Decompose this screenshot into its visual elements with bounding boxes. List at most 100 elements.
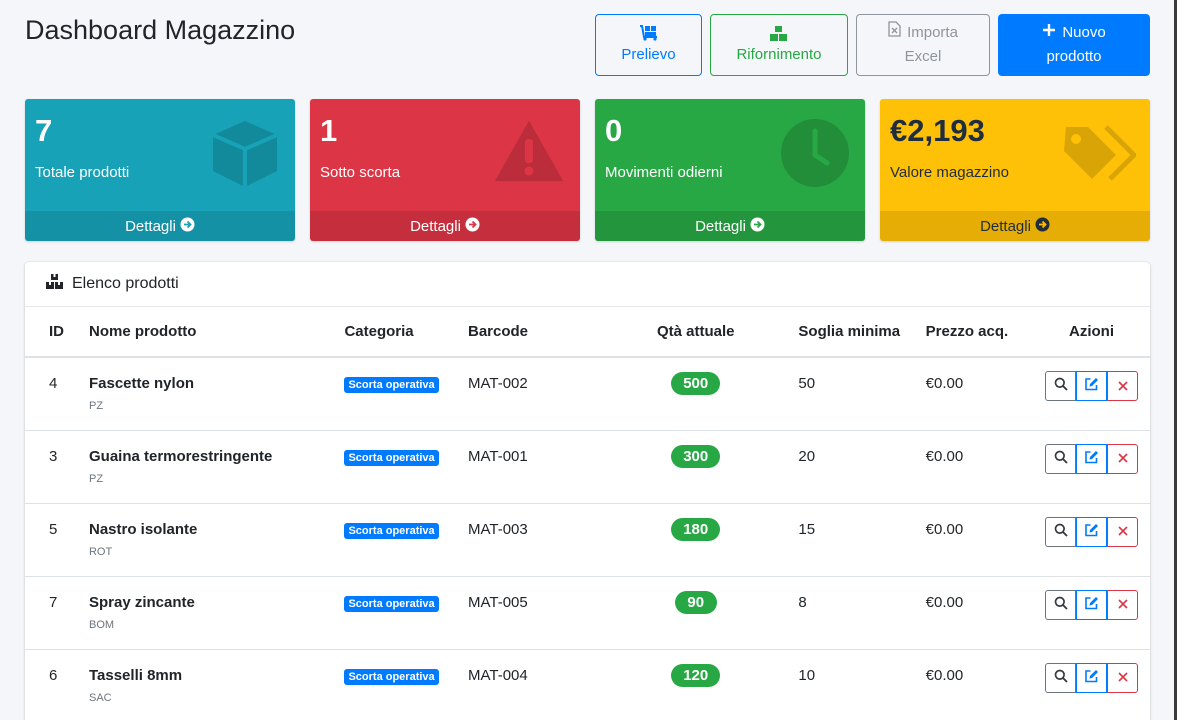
view-button[interactable] bbox=[1045, 371, 1076, 401]
edit-button[interactable] bbox=[1076, 589, 1107, 620]
cell-qta: 90 bbox=[605, 576, 787, 650]
stat-totale-prodotti: 7 Totale prodotti Dettagli bbox=[25, 99, 295, 241]
row-id: 5 bbox=[49, 520, 58, 538]
cell-id: 5 bbox=[25, 503, 77, 577]
cell-azioni bbox=[1033, 576, 1150, 650]
details-label: Dettagli bbox=[695, 217, 746, 235]
row-id: 7 bbox=[49, 593, 58, 611]
col-header-qta[interactable]: Qtà attuale bbox=[605, 307, 787, 358]
qty-badge: 300 bbox=[671, 444, 721, 468]
cell-nome: Nastro isolante ROT bbox=[76, 503, 333, 577]
edit-button[interactable] bbox=[1076, 371, 1107, 401]
cell-barcode: MAT-001 bbox=[456, 430, 606, 504]
page-title: Dashboard Magazzino bbox=[25, 15, 296, 45]
col-header-barcode[interactable]: Barcode bbox=[456, 307, 606, 358]
cell-prezzo: €0.00 bbox=[913, 503, 1033, 577]
barcode-value: MAT-002 bbox=[468, 375, 528, 392]
stat-details-link[interactable]: Dettagli bbox=[880, 211, 1150, 241]
cell-soglia: 15 bbox=[786, 503, 914, 577]
edit-button[interactable] bbox=[1076, 516, 1107, 547]
product-unit: PZ bbox=[88, 400, 104, 412]
cell-soglia: 50 bbox=[786, 357, 914, 431]
edit-icon bbox=[1084, 450, 1099, 468]
products-card-title: Elenco prodotti bbox=[72, 275, 179, 292]
purchase-price: €0.00 bbox=[925, 375, 964, 392]
stat-details-link[interactable]: Dettagli bbox=[25, 211, 295, 241]
arrow-circle-right-icon bbox=[1035, 217, 1050, 236]
min-threshold: 15 bbox=[798, 520, 816, 538]
cell-barcode: MAT-002 bbox=[456, 357, 606, 431]
stat-label: Movimenti odierni bbox=[605, 164, 723, 181]
cell-id: 4 bbox=[25, 357, 77, 431]
search-icon bbox=[1054, 596, 1068, 614]
boxes-icon bbox=[769, 23, 789, 43]
min-threshold: 10 bbox=[798, 666, 816, 684]
delete-button[interactable] bbox=[1107, 589, 1138, 620]
rifornimento-button[interactable]: Rifornimento bbox=[710, 14, 848, 76]
nuovo-label: Nuovo bbox=[1062, 24, 1106, 41]
view-button[interactable] bbox=[1045, 589, 1076, 620]
category-badge: Scorta operativa bbox=[344, 595, 439, 612]
delete-button[interactable] bbox=[1107, 662, 1138, 693]
stat-label: Sotto scorta bbox=[320, 164, 401, 181]
nuovo-prodotto-button[interactable]: Nuovo prodotto bbox=[998, 14, 1150, 76]
col-header-categoria[interactable]: Categoria bbox=[332, 307, 456, 358]
edit-button[interactable] bbox=[1076, 662, 1107, 693]
product-name: Nastro isolante bbox=[88, 520, 198, 538]
search-icon bbox=[1054, 523, 1068, 541]
delete-button[interactable] bbox=[1107, 516, 1138, 547]
product-name: Fascette nylon bbox=[88, 375, 195, 392]
col-header-soglia[interactable]: Soglia minima bbox=[786, 307, 914, 358]
cube-icon bbox=[209, 117, 281, 194]
cell-barcode: MAT-003 bbox=[456, 503, 606, 577]
importa-excel-button[interactable]: Importa Excel bbox=[856, 14, 990, 76]
cell-categoria: Scorta operativa bbox=[332, 649, 456, 720]
cell-qta: 300 bbox=[605, 430, 787, 504]
col-header-nome[interactable]: Nome prodotto bbox=[76, 307, 333, 358]
edit-button[interactable] bbox=[1076, 443, 1107, 474]
stat-details-link[interactable]: Dettagli bbox=[310, 211, 580, 241]
purchase-price: €0.00 bbox=[925, 593, 964, 611]
col-header-prezzo[interactable]: Prezzo acq. bbox=[913, 307, 1033, 358]
close-icon bbox=[1117, 596, 1128, 613]
product-unit: PZ bbox=[88, 472, 104, 485]
barcode-value: MAT-003 bbox=[468, 520, 528, 538]
window-scrollbar[interactable] bbox=[1174, 0, 1190, 720]
col-header-id[interactable]: ID bbox=[25, 307, 77, 358]
view-button[interactable] bbox=[1045, 443, 1076, 474]
delete-button[interactable] bbox=[1107, 371, 1138, 401]
category-badge: Scorta operativa bbox=[344, 522, 439, 539]
category-badge: Scorta operativa bbox=[344, 449, 439, 466]
cell-categoria: Scorta operativa bbox=[332, 503, 456, 577]
qty-badge: 90 bbox=[674, 590, 717, 614]
cell-azioni bbox=[1033, 503, 1150, 577]
view-button[interactable] bbox=[1045, 662, 1076, 693]
cell-nome: Fascette nylon PZ bbox=[76, 357, 333, 431]
purchase-price: €0.00 bbox=[925, 520, 964, 538]
stat-details-link[interactable]: Dettagli bbox=[595, 211, 865, 241]
row-id: 6 bbox=[49, 666, 58, 684]
cell-prezzo: €0.00 bbox=[913, 430, 1033, 504]
category-badge: Scorta operativa bbox=[344, 377, 439, 393]
row-actions bbox=[1045, 589, 1138, 620]
arrow-circle-right-icon bbox=[180, 217, 195, 236]
stat-value: €2,193 bbox=[890, 113, 985, 148]
cell-soglia: 8 bbox=[786, 576, 914, 650]
cell-azioni bbox=[1033, 649, 1150, 720]
view-button[interactable] bbox=[1045, 516, 1076, 547]
cell-qta: 500 bbox=[605, 357, 787, 431]
cell-nome: Tasselli 8mm SAC bbox=[76, 649, 333, 720]
delete-button[interactable] bbox=[1107, 443, 1138, 474]
prelievo-button[interactable]: Prelievo bbox=[595, 14, 702, 76]
row-id: 4 bbox=[49, 375, 58, 392]
row-actions bbox=[1045, 371, 1138, 401]
cell-prezzo: €0.00 bbox=[913, 357, 1033, 431]
cell-categoria: Scorta operativa bbox=[332, 576, 456, 650]
row-actions bbox=[1045, 443, 1138, 474]
products-card: Elenco prodotti ID Nome prodotto Categor… bbox=[25, 262, 1150, 720]
close-icon bbox=[1117, 378, 1128, 395]
stat-label: Valore magazzino bbox=[890, 164, 1009, 181]
cell-prezzo: €0.00 bbox=[913, 649, 1033, 720]
product-name: Guaina termorestringente bbox=[88, 447, 273, 465]
dolly-icon bbox=[639, 23, 659, 43]
